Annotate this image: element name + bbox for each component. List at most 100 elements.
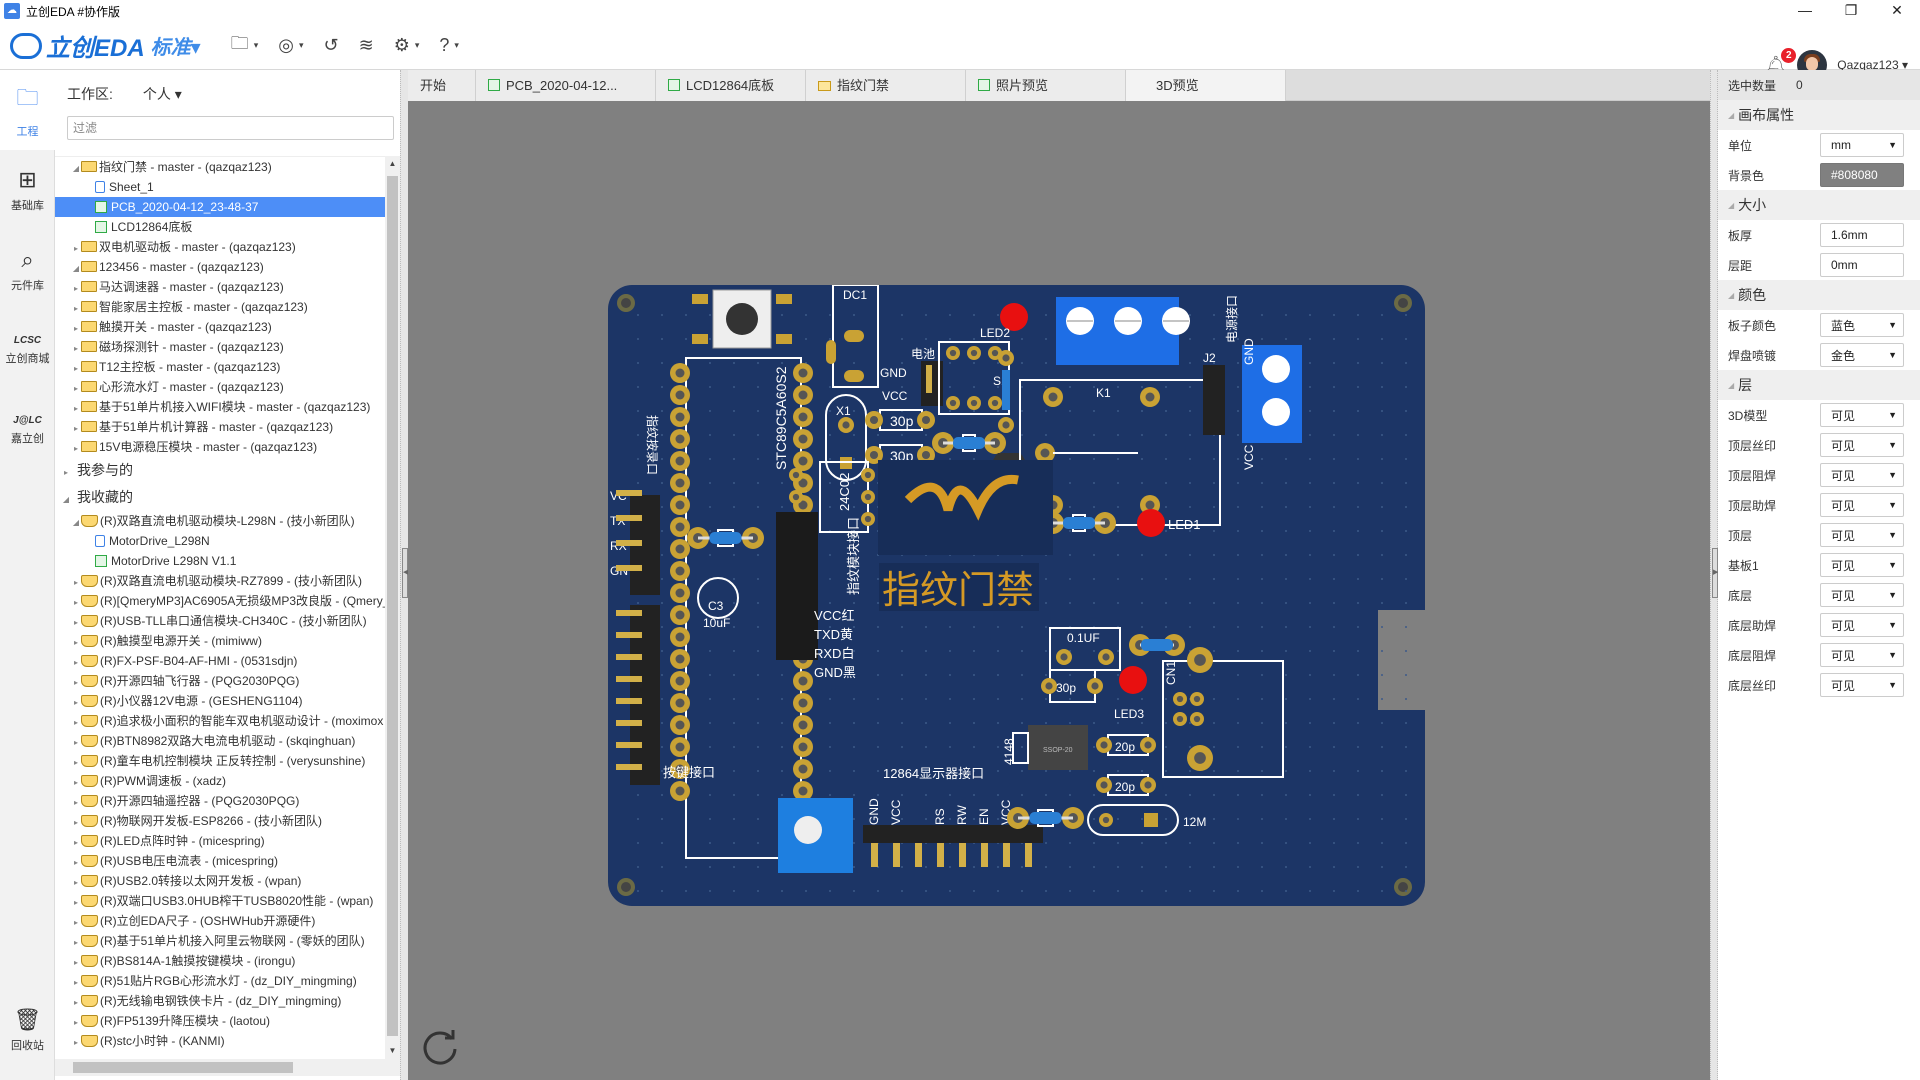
- collapsed-icon[interactable]: ▸: [71, 713, 81, 733]
- tree-item[interactable]: ◢ 123456 - master - (qazqaz123): [55, 257, 385, 277]
- layers-button[interactable]: ≋: [359, 31, 374, 61]
- section-header[interactable]: ◢ 大小: [1718, 190, 1920, 220]
- collapsed-icon[interactable]: ▸: [71, 279, 81, 299]
- collapsed-icon[interactable]: ▸: [71, 359, 81, 379]
- property-select[interactable]: 可见 ▼: [1820, 523, 1904, 547]
- section-header[interactable]: ◢ 层: [1718, 370, 1920, 400]
- tree-item[interactable]: ▸ (R)基于51单片机接入阿里云物联网 - (零妖的团队): [55, 931, 385, 951]
- collapsed-icon[interactable]: ▸: [71, 593, 81, 613]
- strip-item-2[interactable]: ⌕ 元件库: [0, 230, 55, 310]
- collapsed-icon[interactable]: ▸: [71, 1033, 81, 1053]
- collapsed-icon[interactable]: ▸: [71, 953, 81, 973]
- tree-item[interactable]: ▸ (R)双端口USB3.0HUB榨干TUSB8020性能 - (wpan): [55, 891, 385, 911]
- property-input[interactable]: 1.6mm: [1820, 223, 1904, 247]
- property-select[interactable]: 可见 ▼: [1820, 553, 1904, 577]
- tree-item[interactable]: ▸ (R)小仪器12V电源 - (GESHENG1104): [55, 691, 385, 711]
- tree-item[interactable]: ▸ (R)开源四轴遥控器 - (PQG2030PQG): [55, 791, 385, 811]
- tree-item[interactable]: ▸ (R)开源四轴飞行器 - (PQG2030PQG): [55, 671, 385, 691]
- collapsed-icon[interactable]: ▸: [61, 459, 71, 486]
- tree-item[interactable]: ▸ (R)双路直流电机驱动模块-RZ7899 - (技小新团队): [55, 571, 385, 591]
- tree-item[interactable]: PCB_2020-04-12_23-48-37: [55, 197, 385, 217]
- collapsed-icon[interactable]: ▸: [71, 813, 81, 833]
- property-select[interactable]: 可见 ▼: [1820, 463, 1904, 487]
- collapsed-icon[interactable]: ▸: [71, 753, 81, 773]
- tab-4[interactable]: 照片预览: [966, 70, 1126, 101]
- tree-item[interactable]: ▸ (R)USB2.0转接以太网开发板 - (wpan): [55, 871, 385, 891]
- help-menu-button[interactable]: ? ▾: [439, 31, 459, 61]
- collapsed-icon[interactable]: ▸: [71, 673, 81, 693]
- tree-item[interactable]: ▸ (R)童车电机控制模块 正反转控制 - (verysunshine): [55, 751, 385, 771]
- tree-item[interactable]: ▸ 智能家居主控板 - master - (qazqaz123): [55, 297, 385, 317]
- collapsed-icon[interactable]: ▸: [71, 439, 81, 459]
- collapsed-icon[interactable]: ▸: [71, 299, 81, 319]
- tree-item[interactable]: ▸ 心形流水灯 - master - (qazqaz123): [55, 377, 385, 397]
- tree-item[interactable]: ▸ (R)触摸型电源开关 - (mimiww): [55, 631, 385, 651]
- filter-input[interactable]: [67, 116, 394, 140]
- expanded-icon[interactable]: ◢: [71, 259, 81, 279]
- scroll-down-icon[interactable]: ▼: [385, 1043, 400, 1059]
- collapsed-icon[interactable]: ▸: [71, 793, 81, 813]
- property-select[interactable]: 可见 ▼: [1820, 403, 1904, 427]
- tree-item[interactable]: ◢ 指纹门禁 - master - (qazqaz123): [55, 157, 385, 177]
- minimize-button[interactable]: —: [1782, 0, 1828, 22]
- tab-3[interactable]: 指纹门禁: [806, 70, 966, 101]
- tree-item[interactable]: Sheet_1: [55, 177, 385, 197]
- restore-button[interactable]: ❐: [1828, 0, 1874, 22]
- tree-item[interactable]: ▸ (R)BTN8982双路大电流电机驱动 - (skqinghuan): [55, 731, 385, 751]
- collapsed-icon[interactable]: ▸: [71, 653, 81, 673]
- tree-item[interactable]: LCD12864底板: [55, 217, 385, 237]
- collapsed-icon[interactable]: ▸: [71, 239, 81, 259]
- tree-item[interactable]: ▸ (R)物联网开发板-ESP8266 - (技小新团队): [55, 811, 385, 831]
- collapsed-icon[interactable]: ▸: [71, 573, 81, 593]
- property-input[interactable]: 0mm: [1820, 253, 1904, 277]
- right-splitter[interactable]: ▶: [1710, 70, 1718, 1080]
- collapsed-icon[interactable]: ▸: [71, 833, 81, 853]
- tab-0[interactable]: 开始: [408, 70, 476, 101]
- section-header[interactable]: ◢ 颜色: [1718, 280, 1920, 310]
- collapsed-icon[interactable]: ▸: [71, 419, 81, 439]
- tree-item[interactable]: ◢ (R)双路直流电机驱动模块-L298N - (技小新团队): [55, 511, 385, 531]
- tab-5[interactable]: 3D预览: [1126, 70, 1286, 101]
- scroll-up-icon[interactable]: ▲: [385, 156, 400, 172]
- property-select[interactable]: 可见 ▼: [1820, 613, 1904, 637]
- tree-item[interactable]: ▸ T12主控板 - master - (qazqaz123): [55, 357, 385, 377]
- collapsed-icon[interactable]: ▸: [71, 993, 81, 1013]
- strip-item-1[interactable]: ⊞ 基础库: [0, 150, 55, 230]
- expanded-icon[interactable]: ◢: [61, 486, 71, 513]
- tree-item[interactable]: ▸ (R)追求极小面积的智能车双电机驱动设计 - (moximox: [55, 711, 385, 731]
- tree-item[interactable]: MotorDrive_L298N: [55, 531, 385, 551]
- collapsed-icon[interactable]: ▸: [71, 633, 81, 653]
- collapsed-icon[interactable]: ▸: [71, 319, 81, 339]
- recycle-bin-button[interactable]: 🗑 回收站: [0, 990, 55, 1070]
- collapsed-icon[interactable]: ▸: [71, 613, 81, 633]
- property-select[interactable]: mm ▼: [1820, 133, 1904, 157]
- section-header[interactable]: ◢ 画布属性: [1718, 100, 1920, 130]
- 3d-preview-canvas[interactable]: STC89C5A60S2DC1X130p30p电池GNDVCCS1LED2901…: [408, 101, 1710, 1080]
- collapsed-icon[interactable]: ▸: [71, 933, 81, 953]
- tab-1[interactable]: PCB_2020-04-12...: [476, 70, 656, 101]
- collapsed-icon[interactable]: ▸: [71, 1013, 81, 1033]
- property-select[interactable]: 可见 ▼: [1820, 673, 1904, 697]
- strip-item-0[interactable]: 🗀 工程: [0, 70, 55, 150]
- expanded-icon[interactable]: ◢: [71, 159, 81, 179]
- tree-item[interactable]: ▸ 双电机驱动板 - master - (qazqaz123): [55, 237, 385, 257]
- tree-item[interactable]: ▸ (R)[QmeryMP3]AC6905A无损级MP3改良版 - (Qmery_: [55, 591, 385, 611]
- tree-horizontal-scrollbar[interactable]: [55, 1059, 400, 1076]
- tree-item[interactable]: ▸ (R)立创EDA尺子 - (OSHWHub开源硬件): [55, 911, 385, 931]
- scroll-thumb[interactable]: [387, 176, 398, 1036]
- reset-view-icon[interactable]: [418, 1025, 462, 1069]
- property-select[interactable]: 可见 ▼: [1820, 643, 1904, 667]
- tree-item[interactable]: ▸ (R)FX-PSF-B04-AF-HMI - (0531sdjn): [55, 651, 385, 671]
- color-picker[interactable]: #808080: [1820, 163, 1904, 187]
- collapsed-icon[interactable]: ▸: [71, 973, 81, 993]
- left-splitter[interactable]: ◀: [400, 70, 408, 1080]
- tree-item[interactable]: ▸ 基于51单片机接入WIFI模块 - master - (qazqaz123): [55, 397, 385, 417]
- tree-item[interactable]: ▸ 触摸开关 - master - (qazqaz123): [55, 317, 385, 337]
- collapsed-icon[interactable]: ▸: [71, 773, 81, 793]
- tree-item[interactable]: ▸ 马达调速器 - master - (qazqaz123): [55, 277, 385, 297]
- tree-item[interactable]: ▸ (R)FP5139升降压模块 - (laotou): [55, 1011, 385, 1031]
- history-button[interactable]: ↺: [324, 31, 339, 61]
- collapsed-icon[interactable]: ▸: [71, 873, 81, 893]
- view-menu-button[interactable]: ◎ ▾: [278, 31, 303, 61]
- property-select[interactable]: 金色 ▼: [1820, 343, 1904, 367]
